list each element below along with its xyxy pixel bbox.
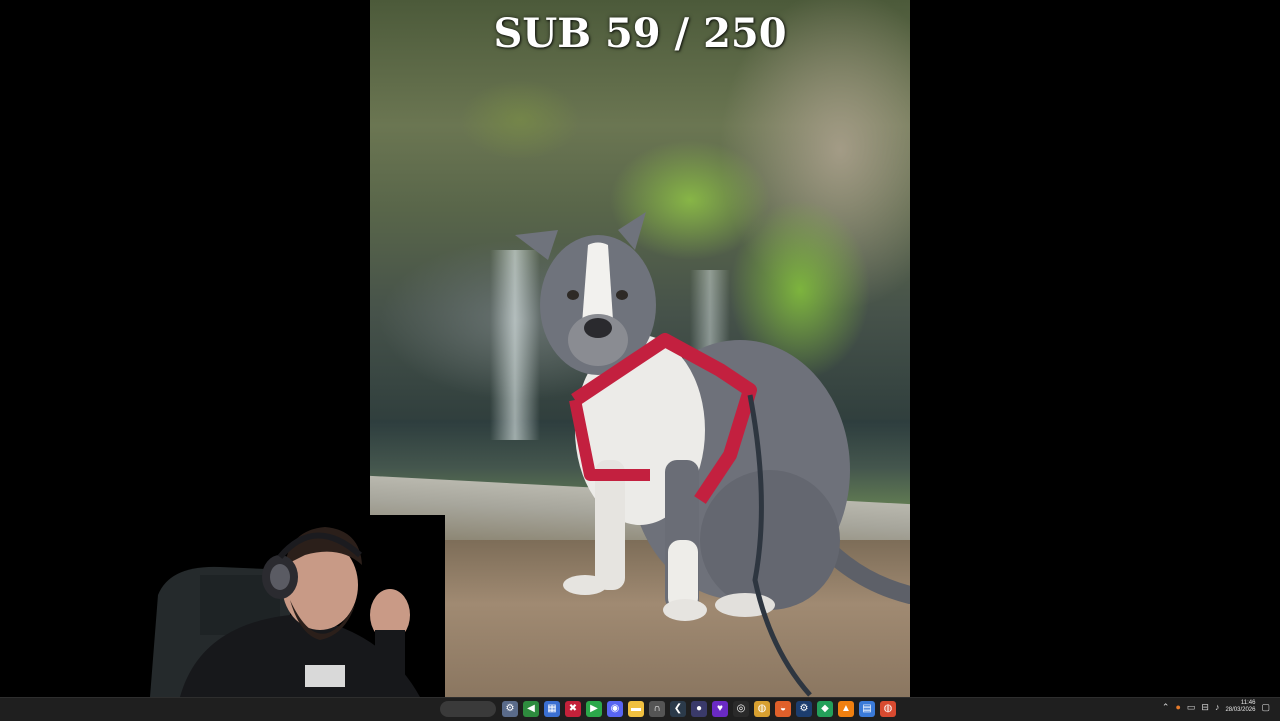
folder-icon[interactable]: ▬: [628, 701, 644, 717]
volume-icon[interactable]: ♪: [1215, 702, 1220, 712]
play-icon[interactable]: ▶: [586, 701, 602, 717]
steam-icon[interactable]: ❮: [670, 701, 686, 717]
calendar-icon[interactable]: ▦: [544, 701, 560, 717]
clock[interactable]: 11:46 28/03/2026: [1225, 700, 1255, 714]
sub-counter: SUB 59 / 250: [493, 10, 787, 57]
dog-photo: SUB 59 / 250: [370, 0, 910, 697]
clock-date: 28/03/2026: [1225, 707, 1256, 713]
network-icon[interactable]: ⊟: [1201, 702, 1209, 713]
webcam-overlay: [140, 515, 445, 697]
settings-icon[interactable]: ⚙: [502, 701, 518, 717]
app-green-icon[interactable]: ◀: [523, 701, 539, 717]
obs-icon[interactable]: ◎: [733, 701, 749, 717]
firefox-icon[interactable]: ◒: [775, 701, 791, 717]
vlc-icon[interactable]: ▲: [838, 701, 854, 717]
taskbar-search[interactable]: [440, 701, 496, 717]
clock-time: 11:46: [1240, 700, 1256, 706]
heart-icon[interactable]: ♥: [712, 701, 728, 717]
system-tray: ⌃ ● ▭ ⊟ ♪ 11:46 28/03/2026 ▢: [1162, 700, 1270, 714]
microphone-icon[interactable]: ●: [1175, 702, 1180, 712]
chevron-up-icon[interactable]: ⌃: [1162, 702, 1170, 713]
discord-icon[interactable]: ◉: [607, 701, 623, 717]
streamer-figure: [150, 527, 420, 697]
chrome-active-icon[interactable]: ◍: [880, 701, 896, 717]
green-app-icon[interactable]: ◆: [817, 701, 833, 717]
headset-icon[interactable]: ∩: [649, 701, 665, 717]
notes-icon[interactable]: ▤: [859, 701, 875, 717]
notifications-icon[interactable]: ▢: [1261, 702, 1270, 713]
steam-client-icon[interactable]: ⚙: [796, 701, 812, 717]
dog-figure: [515, 212, 910, 697]
chrome-icon[interactable]: ◍: [754, 701, 770, 717]
display-icon[interactable]: ▭: [1187, 702, 1196, 713]
video-icon[interactable]: ●: [691, 701, 707, 717]
taskbar-apps: ⚙ ◀ ▦ ✖ ▶ ◉ ▬ ∩ ❮ ● ♥ ◎ ◍ ◒ ⚙ ◆ ▲ ▤ ◍: [502, 701, 896, 717]
red-app-icon[interactable]: ✖: [565, 701, 581, 717]
taskbar: ⚙ ◀ ▦ ✖ ▶ ◉ ▬ ∩ ❮ ● ♥ ◎ ◍ ◒ ⚙ ◆ ▲ ▤ ◍ ⌃ ● ▭ ⊟ ♪ 11:46 28/0…: [0, 697, 1280, 721]
